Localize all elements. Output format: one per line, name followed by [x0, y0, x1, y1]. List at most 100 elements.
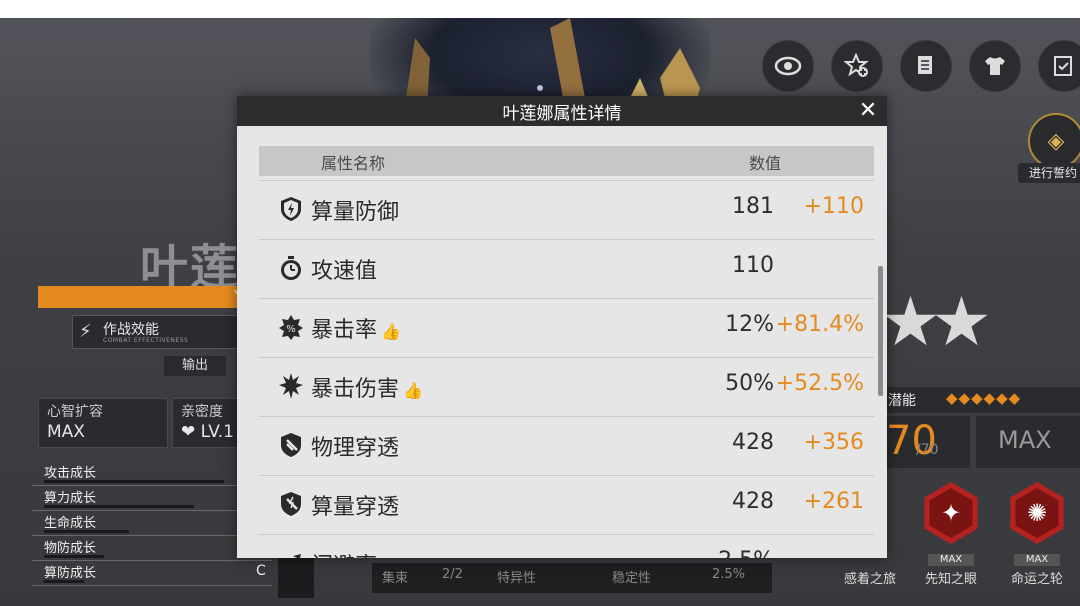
modal-title: 叶莲娜属性详情 — [502, 104, 622, 124]
mind-expansion-box[interactable]: 心智扩容 MAX — [38, 398, 168, 448]
mind-label: 心智扩容 — [47, 404, 103, 420]
attribute-list[interactable]: 算量防御 181 +110 攻速值 110 % 暴击率 👍 12% +81.4% … — [259, 180, 874, 558]
affinity-value: ❤ LV.1 — [181, 422, 234, 442]
svg-text:%: % — [286, 324, 296, 335]
attribute-name: 攻速值 — [311, 259, 378, 284]
attribute-base: 110 — [732, 253, 774, 278]
star-rating: ★★ — [880, 283, 992, 362]
grade-box — [278, 558, 314, 598]
bottom-stats-strip: 集束 2/2 特异性 稳定性 2.5% — [372, 563, 772, 593]
attribute-name-text: 暴击率 — [311, 318, 378, 343]
growth-row: 算防成长 — [32, 561, 272, 586]
level-box: 70 /70 — [880, 416, 970, 468]
skill-name: 感着之旅 — [843, 572, 896, 587]
skill-max-badge: MAX — [1014, 554, 1060, 566]
physical-penetration-icon — [281, 433, 301, 457]
affinity-label: 亲密度 — [181, 404, 223, 420]
thumbs-up-icon: 👍 — [403, 381, 423, 400]
potential-label: 潜能 — [888, 393, 916, 409]
attribute-base: 428 — [732, 430, 774, 455]
heart-icon: ❤ — [181, 422, 201, 442]
crit-damage-icon — [279, 373, 303, 399]
attribute-name: 算量穿透 — [311, 495, 400, 520]
orange-name-bar: Y — [38, 286, 248, 308]
attribute-row: 算量穿透 428 +261 — [259, 476, 874, 535]
attribute-bonus: +110 — [803, 194, 864, 219]
strip-item: 特异性 — [497, 571, 537, 586]
level-max: /70 — [916, 442, 939, 458]
max-box: MAX — [976, 416, 1080, 468]
attribute-row: 物理穿透 428 +356 — [259, 417, 874, 476]
attribute-row: 攻速值 110 — [259, 240, 874, 299]
modal-header: 叶莲娜属性详情 ✕ — [237, 96, 887, 126]
close-icon[interactable]: ✕ — [855, 96, 881, 126]
combat-effectiveness-box: ⚡ 作战效能 COMBAT EFFECTIVENESS — [72, 315, 244, 349]
header-value: 数值 — [749, 154, 782, 173]
potential-box[interactable]: 潜能 ◆◆◆◆◆◆ — [880, 387, 1080, 413]
thumbs-up-icon: 👍 — [381, 322, 401, 341]
strip-item: 稳定性 — [612, 571, 652, 586]
growth-bar — [44, 530, 129, 533]
growth-row: 算力成长 — [32, 486, 272, 511]
stopwatch-icon — [281, 256, 301, 280]
star-add-icon[interactable] — [831, 40, 883, 92]
document-icon[interactable] — [900, 40, 952, 92]
effect-label: 作战效能 — [103, 322, 159, 338]
attribute-bonus: +356 — [803, 430, 864, 455]
mind-value: MAX — [47, 422, 85, 442]
growth-name: 算防成长 — [44, 566, 97, 581]
effect-sub-label: COMBAT EFFECTIVENESS — [103, 337, 189, 344]
growth-list: 攻击成长 算力成长 生命成长 物防成长 算防成长 — [32, 461, 272, 586]
shield-lightning-icon — [281, 197, 301, 221]
attribute-name: 闪避率 — [311, 548, 377, 558]
contract-label: 进行誓约 — [1018, 163, 1080, 183]
skill-name: 先知之眼 — [924, 572, 977, 587]
attribute-row: % 暴击率 👍 12% +81.4% — [259, 299, 874, 358]
growth-bar — [44, 580, 84, 583]
attribute-base: 2.5% — [718, 548, 774, 558]
lightning-icon: ⚡ — [79, 321, 92, 342]
skill-slot[interactable]: ✦ MAX 先知之眼 — [916, 482, 986, 592]
attribute-name: 暴击率 👍 — [311, 312, 401, 344]
skill-name: 命运之轮 — [1010, 572, 1063, 587]
attribute-base: 428 — [732, 489, 774, 514]
grade-label: C — [256, 563, 266, 579]
checklist-icon[interactable] — [1038, 40, 1080, 92]
strip-item: 2/2 — [442, 567, 463, 582]
table-header: 属性名称 数值 — [259, 146, 874, 176]
growth-name: 物防成长 — [44, 541, 97, 556]
attribute-base: 181 — [732, 194, 774, 219]
role-output-tag: 输出 — [164, 356, 226, 376]
outfit-icon[interactable] — [969, 40, 1021, 92]
attribute-row: 闪避率 2.5% — [259, 535, 874, 558]
growth-name: 攻击成长 — [44, 466, 97, 481]
attribute-bonus: +52.5% — [775, 371, 864, 396]
attribute-detail-modal: 叶莲娜属性详情 ✕ 属性名称 数值 算量防御 181 +110 攻速值 110 … — [237, 96, 887, 558]
attribute-name: 物理穿透 — [311, 436, 400, 461]
eye-icon[interactable] — [762, 40, 814, 92]
attribute-row: 算量防御 181 +110 — [259, 180, 874, 240]
attribute-name: 暴击伤害 👍 — [311, 371, 423, 403]
growth-bar — [44, 555, 104, 558]
strip-item: 2.5% — [712, 567, 746, 582]
growth-name: 生命成长 — [44, 516, 97, 531]
contract-button[interactable]: ◈ 进行誓约 — [1018, 113, 1080, 203]
affinity-level: LV.1 — [200, 422, 234, 442]
growth-name: 算力成长 — [44, 491, 97, 506]
skill-slot[interactable]: ✺ MAX 命运之轮 — [1002, 482, 1072, 592]
top-toolbar — [762, 40, 1080, 92]
diamond-icon: ◈ — [1028, 113, 1080, 169]
modal-scrollbar[interactable] — [878, 266, 883, 396]
crit-rate-icon: % — [279, 315, 303, 340]
attribute-bonus: +261 — [803, 489, 864, 514]
attribute-name-text: 暴击伤害 — [311, 377, 400, 402]
max-label: MAX — [998, 426, 1052, 454]
dodge-icon — [293, 554, 301, 558]
growth-row: 攻击成长 — [32, 461, 272, 486]
attribute-name: 算量防御 — [311, 200, 400, 225]
skill-max-badge: MAX — [928, 554, 974, 566]
attribute-base: 50% — [725, 371, 774, 396]
growth-row: 生命成长 — [32, 511, 272, 536]
attribute-bonus: +81.4% — [775, 312, 864, 337]
attribute-row: 暴击伤害 👍 50% +52.5% — [259, 358, 874, 417]
